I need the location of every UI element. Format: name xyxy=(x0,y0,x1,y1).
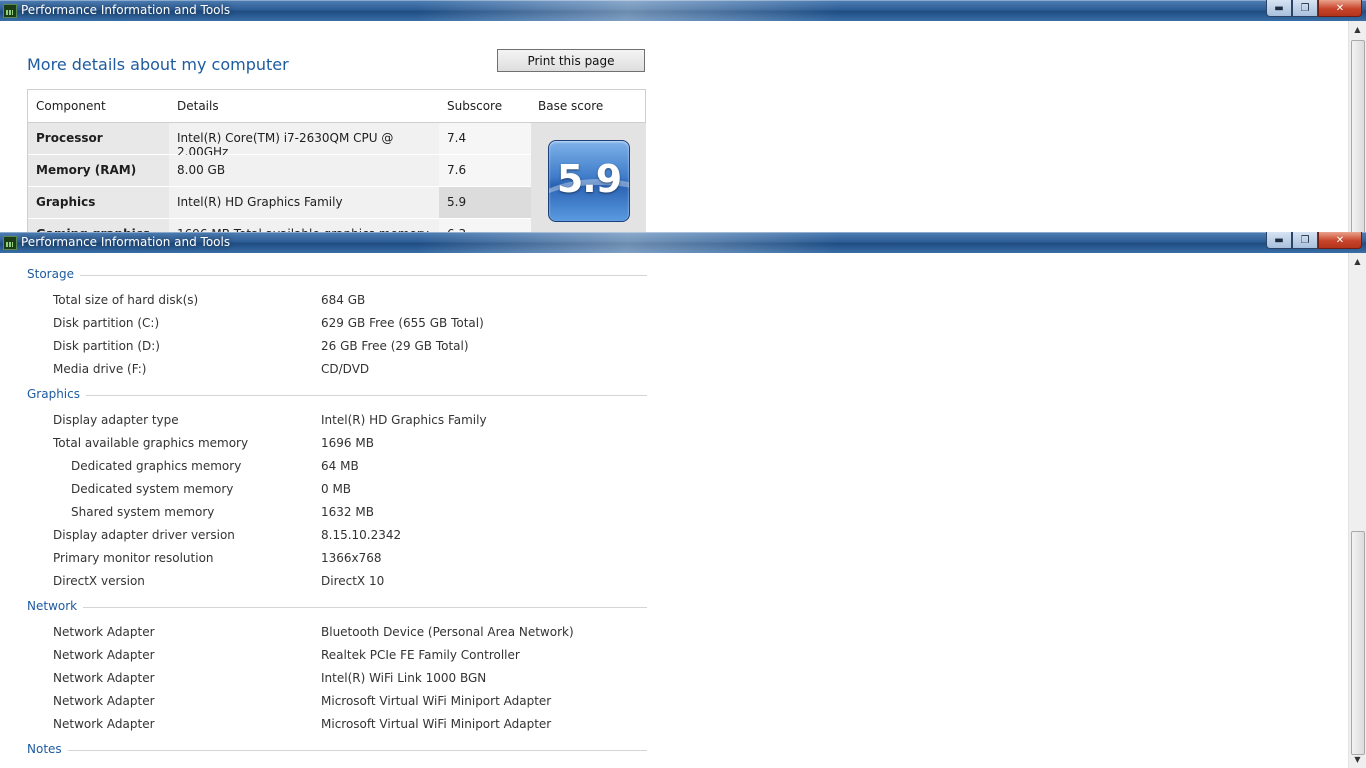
row-component: Graphics xyxy=(28,187,169,218)
network-label: Network Adapter xyxy=(53,717,155,731)
graphics-label: Dedicated graphics memory xyxy=(71,459,242,473)
row-subscore: 5.9 xyxy=(439,187,531,218)
storage-value: 629 GB Free (655 GB Total) xyxy=(321,316,484,330)
graphics-label: Primary monitor resolution xyxy=(53,551,214,565)
scrollbar-thumb[interactable] xyxy=(1351,40,1365,232)
network-value: Microsoft Virtual WiFi Miniport Adapter xyxy=(321,694,552,708)
minimize-icon: ▬ xyxy=(1274,234,1284,246)
network-value: Bluetooth Device (Personal Area Network) xyxy=(321,625,574,639)
row-subscore: 6.3 xyxy=(439,219,531,232)
graphics-title: Graphics xyxy=(27,387,86,401)
graphics-label: Shared system memory xyxy=(71,505,215,519)
row-subscore: 7.6 xyxy=(439,155,531,186)
column-header-details: Details xyxy=(177,99,219,113)
graphics-label: Total available graphics memory xyxy=(53,436,249,450)
storage-title: Storage xyxy=(27,267,80,281)
base-score-badge: 5.9 xyxy=(548,140,630,222)
table-row-graphics: Graphics Intel(R) HD Graphics Family 5.9 xyxy=(28,187,531,219)
row-details: 1696 MB Total available graphics memory xyxy=(169,219,439,232)
graphics-value: Intel(R) HD Graphics Family xyxy=(321,413,487,427)
close-icon: ✕ xyxy=(1335,2,1345,14)
maximize-button[interactable]: ❐ xyxy=(1292,0,1318,17)
row-details: Intel(R) Core(TM) i7-2630QM CPU @ 2.00GH… xyxy=(169,123,439,159)
row-component: Memory (RAM) xyxy=(28,155,169,186)
storage-label: Disk partition (C:) xyxy=(53,316,160,330)
page-heading: More details about my computer xyxy=(27,55,289,74)
network-label: Network Adapter xyxy=(53,671,155,685)
graphics-label: DirectX version xyxy=(53,574,145,588)
scrollbar-thumb[interactable] xyxy=(1351,531,1365,755)
scroll-down-icon[interactable]: ▼ xyxy=(1349,751,1366,768)
graphics-value: 1632 MB xyxy=(321,505,374,519)
network-label: Network Adapter xyxy=(53,625,155,639)
performance-app-icon xyxy=(3,236,17,250)
close-icon: ✕ xyxy=(1335,234,1345,246)
section-divider xyxy=(27,275,647,276)
network-title: Network xyxy=(27,599,84,613)
graphics-label: Display adapter type xyxy=(53,413,179,427)
graphics-label: Display adapter driver version xyxy=(53,528,235,542)
title-bar[interactable]: Performance Information and Tools ▬ ❐ ✕ xyxy=(0,0,1366,21)
window-title: Performance Information and Tools xyxy=(21,235,231,249)
maximize-icon: ❐ xyxy=(1300,234,1310,246)
column-header-component: Component xyxy=(36,99,106,113)
base-score-value: 5.9 xyxy=(556,157,622,201)
base-score-cell: 5.9 xyxy=(531,123,646,232)
notes-title: Notes xyxy=(27,742,68,756)
row-component: Processor xyxy=(28,123,169,154)
storage-label: Disk partition (D:) xyxy=(53,339,160,353)
component-table: Component Details Subscore Base score Pr… xyxy=(27,89,646,232)
row-details: Intel(R) HD Graphics Family xyxy=(169,187,439,218)
minimize-button[interactable]: ▬ xyxy=(1266,0,1292,17)
performance-window-bottom: Performance Information and Tools ▬ ❐ ✕ … xyxy=(0,232,1366,768)
row-subscore: 7.4 xyxy=(439,123,531,154)
graphics-value: 64 MB xyxy=(321,459,359,473)
section-divider xyxy=(27,607,647,608)
graphics-value: 1696 MB xyxy=(321,436,374,450)
section-divider xyxy=(27,395,647,396)
close-button[interactable]: ✕ xyxy=(1318,232,1362,249)
scroll-up-icon[interactable]: ▲ xyxy=(1349,21,1366,38)
network-value: Intel(R) WiFi Link 1000 BGN xyxy=(321,671,487,685)
table-row-gaming-graphics: Gaming graphics 1696 MB Total available … xyxy=(28,219,531,232)
network-value: Microsoft Virtual WiFi Miniport Adapter xyxy=(321,717,552,731)
minimize-button[interactable]: ▬ xyxy=(1266,232,1292,249)
maximize-icon: ❐ xyxy=(1300,2,1310,14)
network-label: Network Adapter xyxy=(53,694,155,708)
table-row-memory: Memory (RAM) 8.00 GB 7.6 xyxy=(28,155,531,187)
storage-label: Media drive (F:) xyxy=(53,362,147,376)
storage-value: CD/DVD xyxy=(321,362,370,376)
graphics-value: 8.15.10.2342 xyxy=(321,528,402,542)
minimize-icon: ▬ xyxy=(1274,2,1284,14)
graphics-value: 1366x768 xyxy=(321,551,382,565)
table-header: Component Details Subscore Base score xyxy=(28,90,645,123)
column-header-base-score: Base score xyxy=(538,99,604,113)
scroll-up-icon[interactable]: ▲ xyxy=(1349,253,1366,270)
print-button[interactable]: Print this page xyxy=(497,49,645,72)
storage-label: Total size of hard disk(s) xyxy=(53,293,199,307)
table-row-processor: Processor Intel(R) Core(TM) i7-2630QM CP… xyxy=(28,123,531,159)
vertical-scrollbar[interactable]: ▲ xyxy=(1348,21,1366,232)
network-label: Network Adapter xyxy=(53,648,155,662)
section-divider xyxy=(27,750,647,751)
storage-value: 684 GB xyxy=(321,293,366,307)
maximize-button[interactable]: ❐ xyxy=(1292,232,1318,249)
row-details: 8.00 GB xyxy=(169,155,439,186)
window-title: Performance Information and Tools xyxy=(21,3,231,17)
storage-value: 26 GB Free (29 GB Total) xyxy=(321,339,469,353)
performance-app-icon xyxy=(3,4,17,18)
network-value: Realtek PCIe FE Family Controller xyxy=(321,648,520,662)
vertical-scrollbar[interactable]: ▲ ▼ xyxy=(1348,253,1366,768)
graphics-value: 0 MB xyxy=(321,482,352,496)
close-button[interactable]: ✕ xyxy=(1318,0,1362,17)
column-header-subscore: Subscore xyxy=(447,99,503,113)
title-bar[interactable]: Performance Information and Tools ▬ ❐ ✕ xyxy=(0,232,1366,253)
row-component: Gaming graphics xyxy=(28,219,169,232)
graphics-value: DirectX 10 xyxy=(321,574,385,588)
graphics-label: Dedicated system memory xyxy=(71,482,234,496)
performance-window-top: Performance Information and Tools ▬ ❐ ✕ … xyxy=(0,0,1366,232)
